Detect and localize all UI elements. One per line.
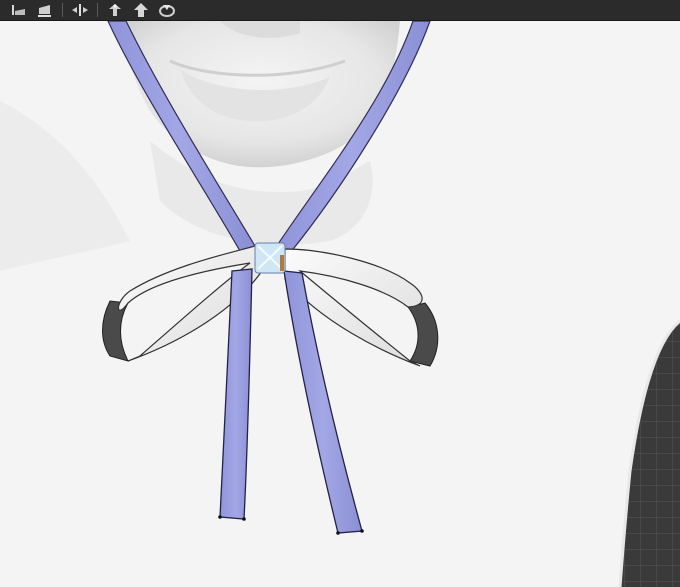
vertex-point[interactable]	[336, 531, 340, 535]
toolbar-separator	[97, 3, 98, 17]
align-bottom-button[interactable]	[32, 0, 58, 20]
push-up-button[interactable]	[128, 0, 154, 20]
rotate-fit-button[interactable]	[154, 0, 180, 20]
align-left-icon	[12, 5, 25, 15]
move-pin-button[interactable]	[102, 0, 128, 20]
rotate-fit-icon	[159, 5, 175, 17]
align-left-button[interactable]	[6, 0, 32, 20]
vertex-point[interactable]	[218, 515, 222, 519]
align-bottom-icon	[38, 5, 51, 17]
vertex-point[interactable]	[360, 529, 364, 533]
move-pin-icon	[109, 4, 121, 16]
snap-center-icon	[72, 4, 88, 16]
toolbar-separator	[62, 3, 63, 17]
push-up-icon	[134, 3, 148, 17]
knot-accent	[280, 255, 284, 271]
vertex-point[interactable]	[242, 517, 246, 521]
snap-center-button[interactable]	[67, 0, 93, 20]
scene-render	[0, 21, 680, 587]
3d-viewport[interactable]	[0, 21, 680, 587]
viewport-toolbar	[0, 0, 680, 21]
